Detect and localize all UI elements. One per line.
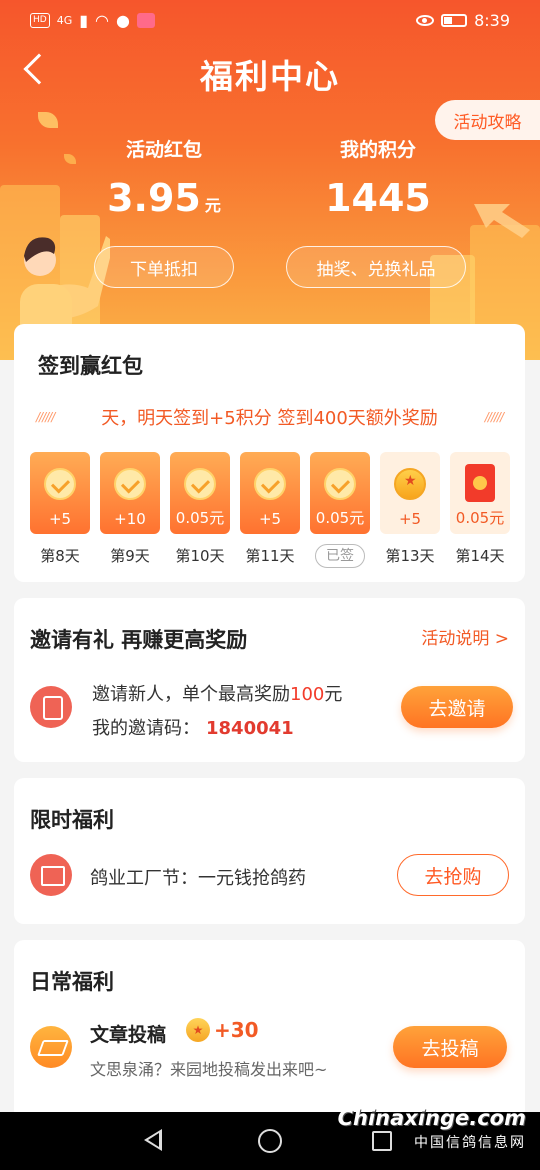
star-coin-icon — [394, 468, 426, 500]
invite-desc-prefix: 邀请新人，单个最高奖励 — [92, 684, 290, 705]
signin-day: 0.05元已签 — [310, 452, 370, 568]
clock: 8:39 — [474, 10, 510, 30]
points-coin-icon: ★ — [186, 1018, 210, 1042]
app-notification-icon — [136, 12, 155, 28]
check-coin-icon — [254, 468, 286, 500]
eye-icon — [416, 14, 435, 26]
signin-day-tile[interactable]: +5 — [30, 452, 90, 534]
signin-day-tile[interactable]: +5 — [380, 452, 440, 534]
signin-day-tile[interactable]: 0.05元 — [310, 452, 370, 534]
signin-day-label: 第10天 — [175, 547, 225, 565]
points-stat: 我的积分 1445 — [268, 135, 488, 220]
invite-title: 邀请有礼 再赚更高奖励 — [30, 628, 248, 652]
invite-code-row: 我的邀请码： 1840041 — [92, 714, 294, 740]
invite-reward-amount: 100 — [290, 684, 325, 705]
leaf-icon — [38, 112, 58, 128]
invite-description: 邀请新人，单个最高奖励100元 — [92, 680, 342, 706]
signin-days: +5 第8天 +10 第9天 0.05元第10天 +5 第11天 0.05元已签 +5 第13天 0… — [30, 452, 510, 568]
lottery-redeem-button[interactable]: 抽奖、兑换礼品 — [286, 246, 466, 288]
activity-rules-link[interactable]: 活动说明 > — [421, 624, 509, 649]
signin-day-label: 第13天 — [385, 547, 435, 565]
signin-day-reward: 0.05元 — [315, 509, 365, 527]
signin-title: 签到赢红包 — [38, 354, 143, 378]
signin-day-tile[interactable]: 0.05元 — [450, 452, 510, 534]
invite-code: 1840041 — [206, 718, 294, 739]
signin-day-tile[interactable]: +10 — [100, 452, 160, 534]
ticker-decor-left: ////// — [36, 410, 55, 424]
site-watermark: Chinaxinge.com 中国信鸽信息网 — [338, 1106, 526, 1152]
red-packet-unit: 元 — [204, 196, 221, 215]
order-deduct-button[interactable]: 下单抵扣 — [94, 246, 234, 288]
battery-icon — [441, 13, 468, 27]
limited-offer-text: 鸽业工厂节：一元钱抢鸽药 — [90, 868, 306, 889]
article-points: +30 — [214, 1018, 259, 1042]
watermark-domain: Chinaxinge.com — [337, 1106, 526, 1130]
ticker-text: 天，明天签到+5积分 签到400天额外奖励 — [101, 408, 438, 429]
check-coin-icon — [184, 468, 216, 500]
signin-day-reward: +10 — [114, 510, 146, 528]
red-packet-stat: 活动红包 3.95 元 — [54, 135, 274, 220]
vpn-icon: ● — [116, 10, 130, 30]
signin-day: +5 第11天 — [240, 452, 300, 568]
check-coin-icon — [324, 468, 356, 500]
signin-ticker: ////// 天，明天签到+5积分 签到400天额外奖励 ////// — [36, 402, 504, 432]
flash-buy-button[interactable]: 去抢购 — [397, 854, 509, 896]
daily-benefit-card: 日常福利 文章投稿 ★ +30 文思泉涌？来园地投稿发出来吧~ 去投稿 — [14, 940, 525, 1120]
red-packet-value-row: 3.95 元 — [54, 176, 274, 220]
check-coin-icon — [114, 468, 146, 500]
watermark-sitename: 中国信鸽信息网 — [414, 1135, 526, 1151]
signin-day-reward: 0.05元 — [455, 509, 505, 527]
invite-button[interactable]: 去邀请 — [401, 686, 513, 728]
signal-icon: ▮ — [79, 10, 89, 30]
article-submit-title: 文章投稿 — [90, 1024, 167, 1046]
gift-box-icon — [30, 854, 72, 896]
signin-day-label: 第9天 — [110, 547, 150, 565]
red-packet-value: 3.95 — [107, 176, 201, 220]
signin-day: +5 第8天 — [30, 452, 90, 568]
wifi-icon: ◠ — [95, 10, 110, 30]
points-label: 我的积分 — [339, 139, 416, 161]
check-coin-icon — [44, 468, 76, 500]
red-packet-label: 活动红包 — [125, 139, 202, 161]
article-submit-subtitle: 文思泉涌？来园地投稿发出来吧~ — [90, 1060, 328, 1079]
signin-day-label: 已签 — [315, 544, 365, 568]
signin-day-reward: +5 — [48, 510, 72, 528]
invite-desc-suffix: 元 — [324, 684, 343, 705]
signin-day: 0.05元第14天 — [450, 452, 510, 568]
nav-home-icon[interactable] — [258, 1129, 282, 1153]
signin-day-tile[interactable]: 0.05元 — [170, 452, 230, 534]
signin-day-label: 第11天 — [245, 547, 295, 565]
signin-day-reward: +5 — [398, 510, 422, 528]
limited-offer-card: 限时福利 鸽业工厂节：一元钱抢鸽药 去抢购 — [14, 778, 525, 924]
signin-day: +5 第13天 — [380, 452, 440, 568]
page-title: 福利中心 — [200, 57, 340, 96]
activity-guide-button[interactable]: 活动攻略 — [435, 100, 540, 140]
limited-title: 限时福利 — [30, 808, 114, 832]
hd-indicator: HD — [30, 12, 50, 28]
signin-day-label: 第14天 — [455, 547, 505, 565]
ticker-decor-right: ////// — [484, 410, 504, 424]
red-packet-icon — [465, 464, 495, 502]
invite-card: 邀请有礼 再赚更高奖励 活动说明 > 邀请新人，单个最高奖励100元 我的邀请码… — [14, 598, 525, 762]
daily-title: 日常福利 — [30, 970, 114, 994]
invite-code-label: 我的邀请码： — [92, 718, 200, 739]
nav-back-icon[interactable] — [144, 1129, 162, 1151]
invite-gift-icon — [30, 686, 72, 728]
signin-day-label: 第8天 — [40, 547, 80, 565]
signin-card: 签到赢红包 ////// 天，明天签到+5积分 签到400天额外奖励 /////… — [14, 324, 525, 582]
submit-article-button[interactable]: 去投稿 — [393, 1026, 507, 1068]
points-value: 1445 — [325, 176, 431, 220]
article-submit-icon — [30, 1026, 72, 1068]
signin-day: 0.05元第10天 — [170, 452, 230, 568]
signal-indicator: 4G — [56, 13, 73, 27]
status-bar: HD 4G ▮ ◠ ● 8:39 — [0, 0, 540, 40]
signin-day-reward: +5 — [258, 510, 282, 528]
signin-day-tile[interactable]: +5 — [240, 452, 300, 534]
signin-day-reward: 0.05元 — [175, 509, 225, 527]
signin-day: +10 第9天 — [100, 452, 160, 568]
